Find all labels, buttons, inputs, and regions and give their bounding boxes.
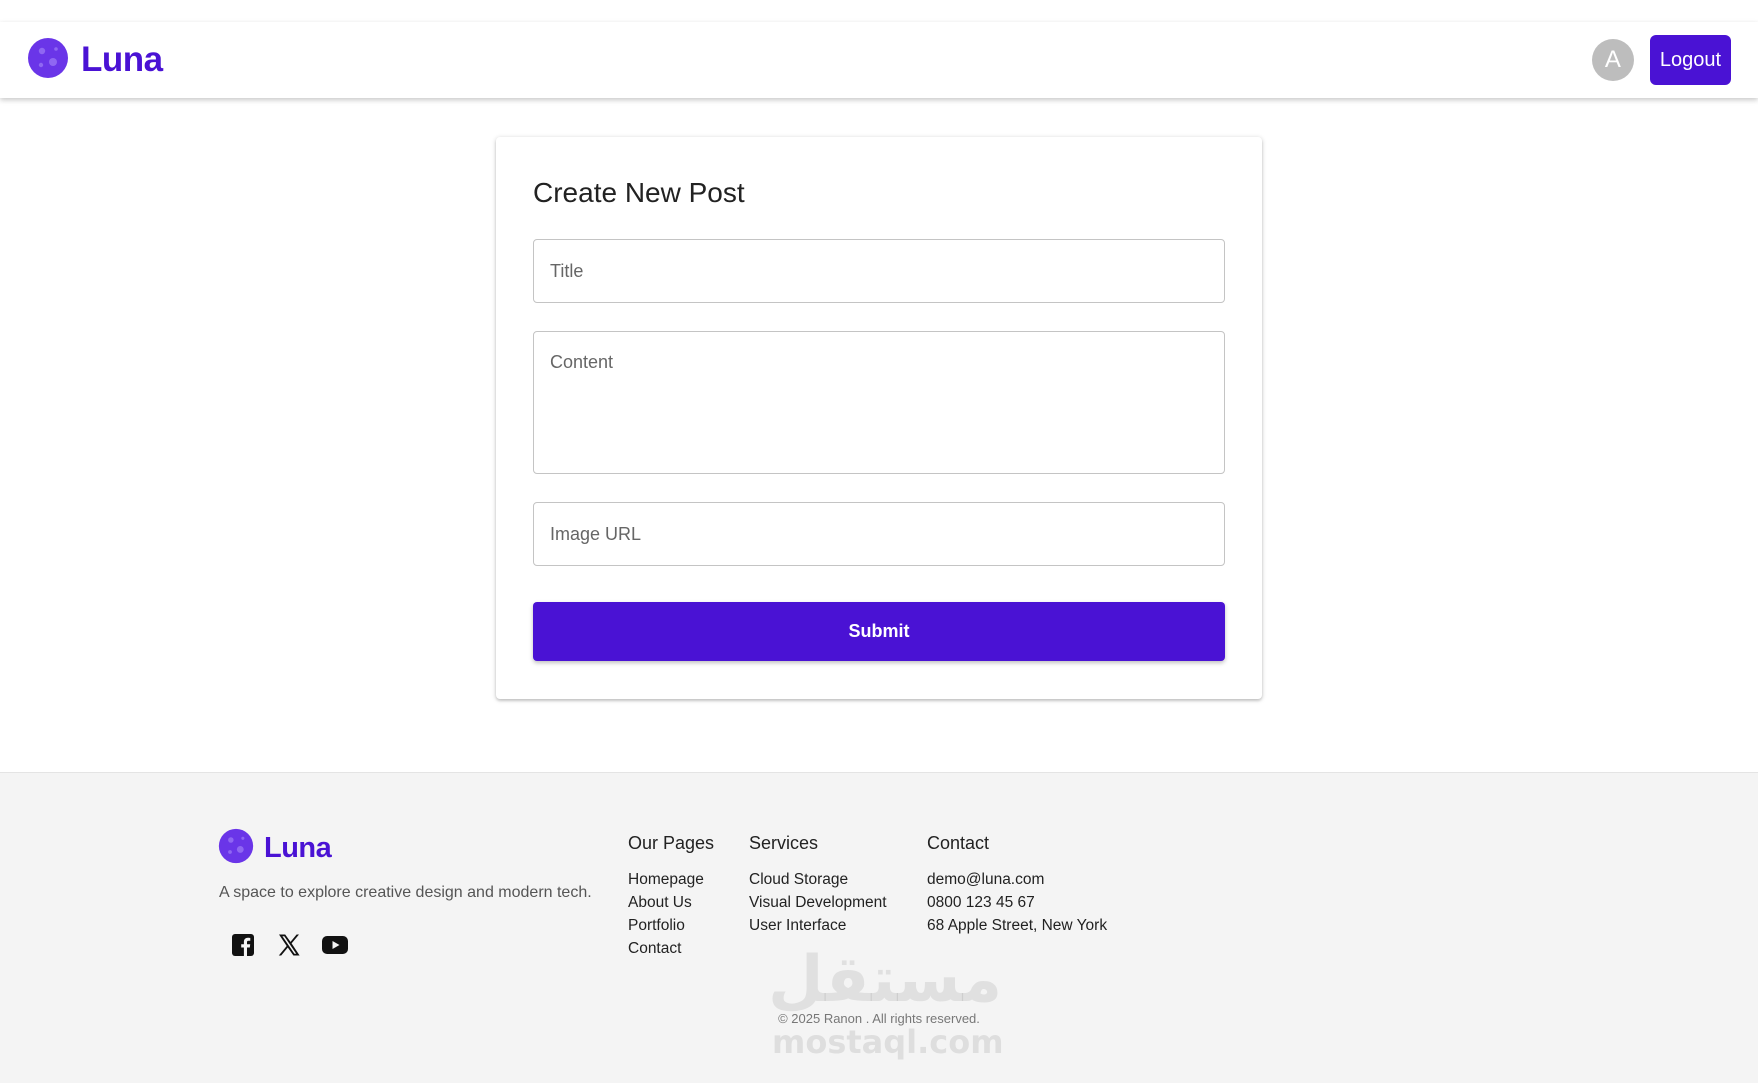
moon-logo-icon xyxy=(218,828,254,869)
footer-link-homepage[interactable]: Homepage xyxy=(628,868,714,891)
footer-our-pages: Our Pages Homepage About Us Portfolio Co… xyxy=(628,833,714,960)
contact-email: demo@luna.com xyxy=(927,871,1045,888)
header-brand[interactable]: Luna xyxy=(27,37,163,84)
social-links xyxy=(230,932,348,958)
footer-contact: Contact demo@luna.com 0800 123 45 67 68 … xyxy=(927,833,1107,937)
footer-link-portfolio[interactable]: Portfolio xyxy=(628,914,714,937)
moon-logo-icon xyxy=(27,37,69,84)
footer-services: Services Cloud Storage Visual Developmen… xyxy=(749,833,887,937)
footer-link-visual-development[interactable]: Visual Development xyxy=(749,891,887,914)
footer-link-user-interface[interactable]: User Interface xyxy=(749,914,887,937)
our-pages-heading: Our Pages xyxy=(628,833,715,853)
footer-link-about-us[interactable]: About Us xyxy=(628,891,714,914)
contact-phone: 0800 123 45 67 xyxy=(927,894,1035,911)
x-icon[interactable] xyxy=(276,932,302,958)
watermark-latin: mostaql.com xyxy=(772,1023,1004,1061)
services-heading: Services xyxy=(749,833,819,853)
footer-brand[interactable]: Luna xyxy=(218,828,332,869)
footer-brand-name: Luna xyxy=(264,832,332,864)
footer-tagline: A space to explore creative design and m… xyxy=(219,884,592,901)
page-title: Create New Post xyxy=(533,177,745,208)
brand-name: Luna xyxy=(81,40,163,79)
youtube-icon[interactable] xyxy=(322,932,348,958)
top-strip xyxy=(0,0,1758,22)
contact-address: 68 Apple Street, New York xyxy=(927,917,1108,934)
contact-heading: Contact xyxy=(927,833,990,853)
app-header: Luna A Logout xyxy=(0,22,1758,98)
create-post-card: Create New Post Submit xyxy=(496,137,1262,699)
submit-button[interactable]: Submit xyxy=(533,602,1225,661)
facebook-icon[interactable] xyxy=(230,932,256,958)
avatar[interactable]: A xyxy=(1591,39,1634,81)
watermark-arabic: مستقل xyxy=(768,943,1003,1017)
content-textarea[interactable] xyxy=(533,331,1225,474)
site-footer: Luna A space to explore creative design … xyxy=(0,772,1758,1083)
header-actions: A Logout xyxy=(1591,35,1731,85)
title-input[interactable] xyxy=(533,239,1225,303)
image-url-input[interactable] xyxy=(533,502,1225,566)
footer-link-cloud-storage[interactable]: Cloud Storage xyxy=(749,868,887,891)
logout-button[interactable]: Logout xyxy=(1649,35,1731,85)
footer-link-contact[interactable]: Contact xyxy=(628,937,714,960)
